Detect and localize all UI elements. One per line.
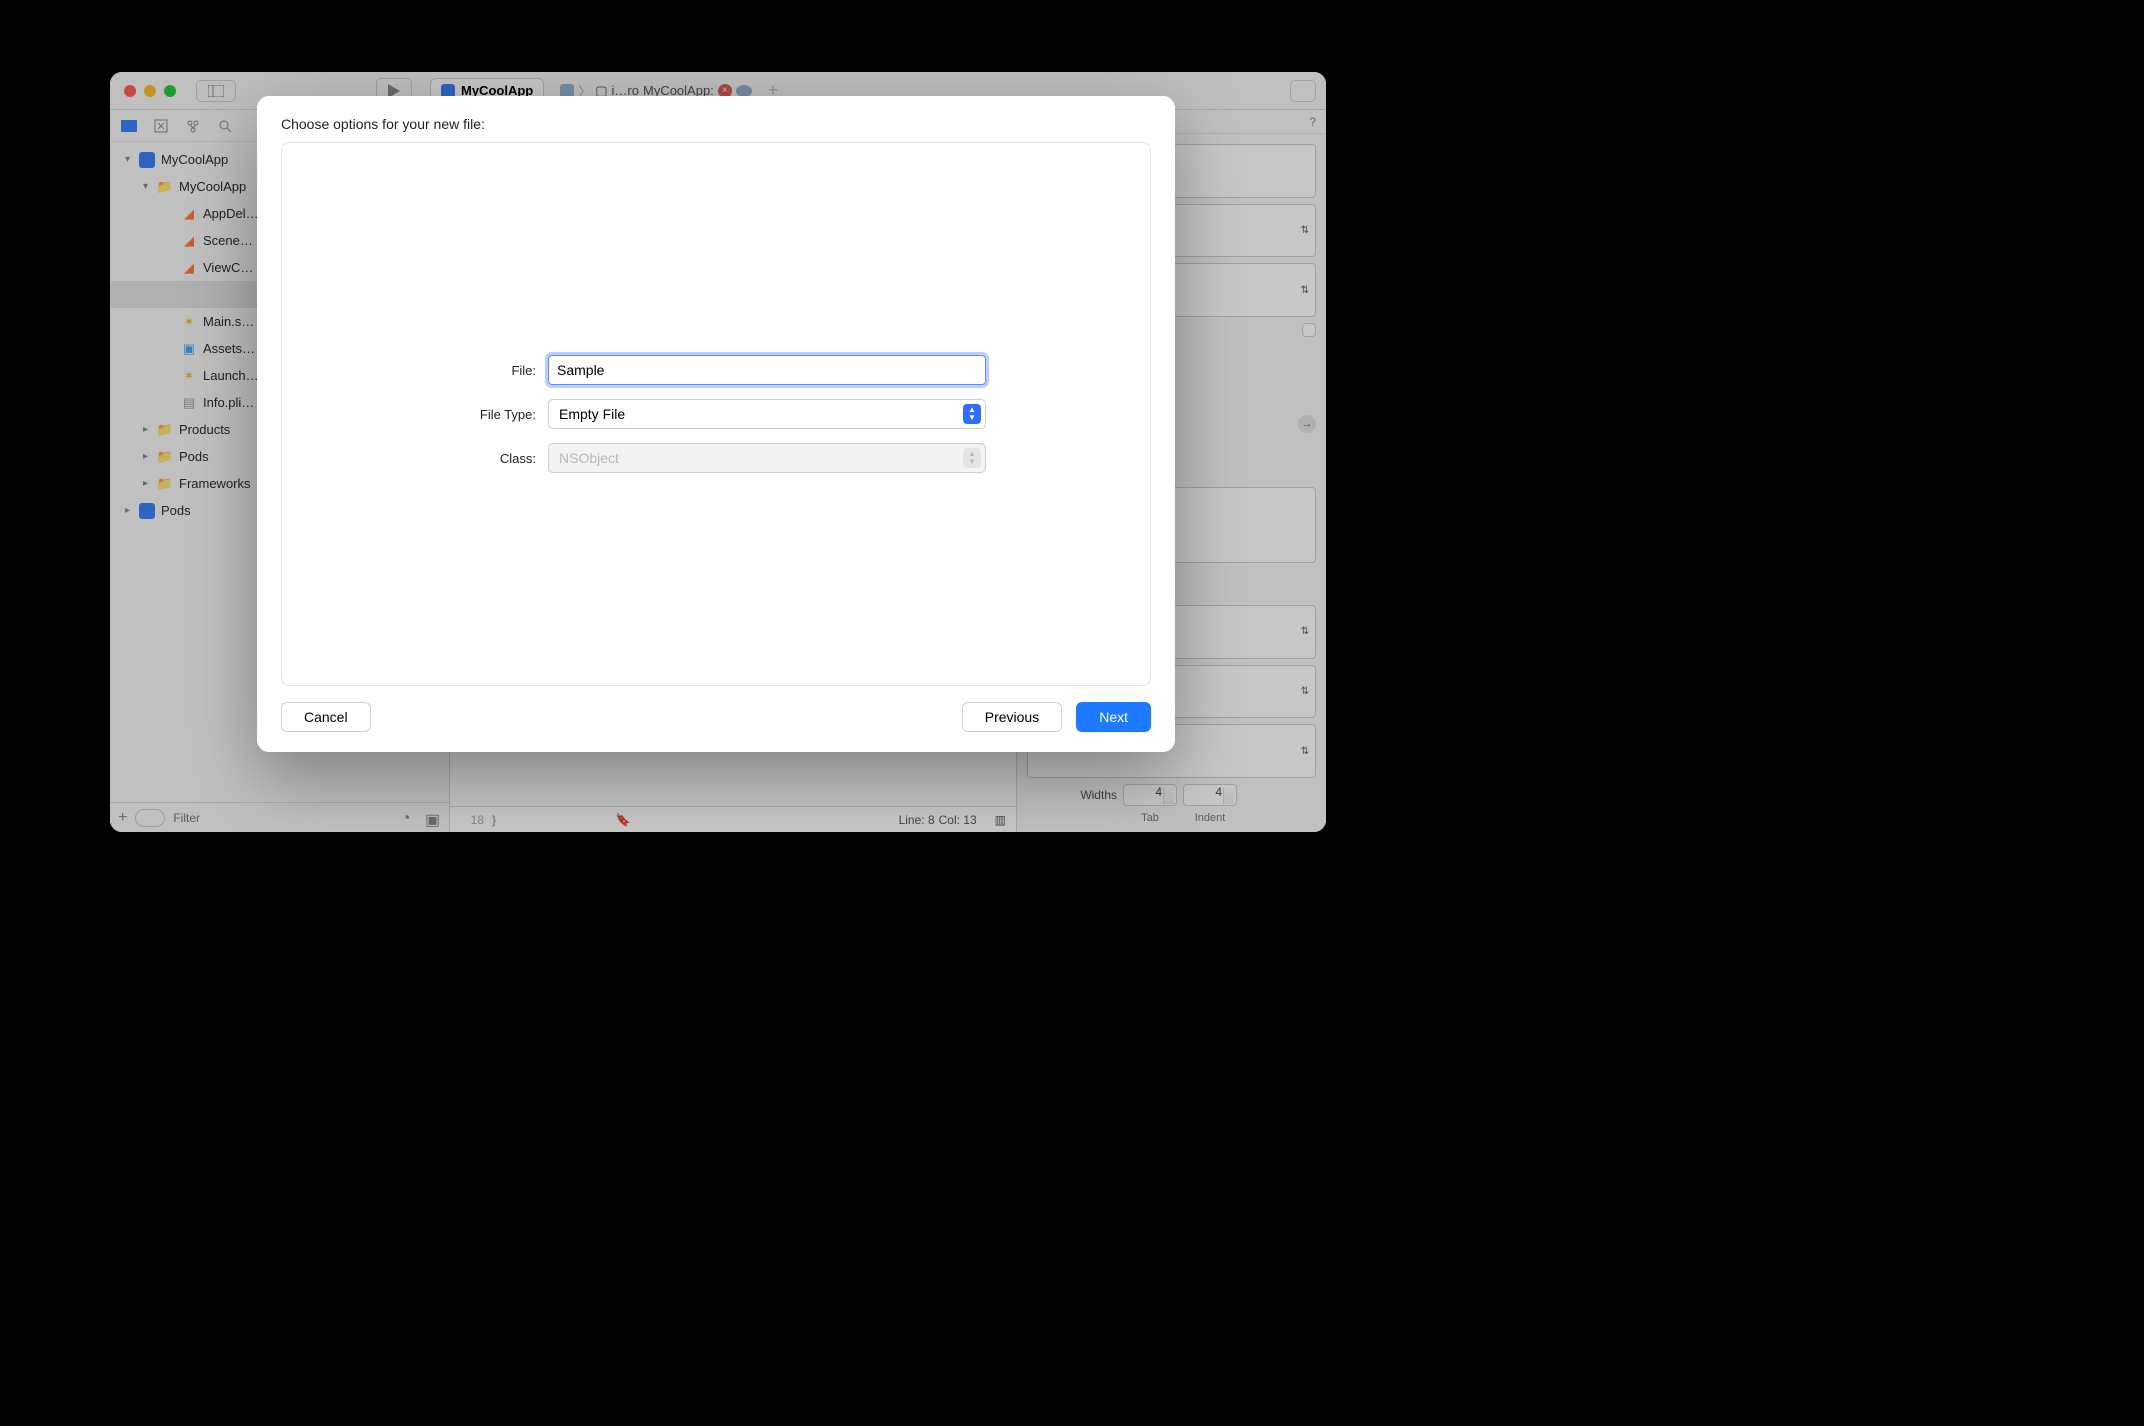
- popup-arrows-icon: ▲▼: [963, 404, 981, 424]
- class-selected: NSObject: [559, 450, 619, 466]
- previous-button[interactable]: Previous: [962, 702, 1062, 732]
- xcode-window: MyCoolApp 〉 ▢ i…ro MyCoolApp: × +: [110, 72, 1326, 832]
- class-popup-disabled: NSObject ▲▼: [548, 443, 986, 473]
- file-name-input[interactable]: [548, 355, 986, 385]
- file-label: File:: [446, 363, 536, 378]
- sheet-title: Choose options for your new file:: [281, 116, 1151, 132]
- file-type-popup[interactable]: Empty File ▲▼: [548, 399, 986, 429]
- cancel-button[interactable]: Cancel: [281, 702, 371, 732]
- new-file-options-sheet: Choose options for your new file: File: …: [257, 96, 1175, 752]
- next-button[interactable]: Next: [1076, 702, 1151, 732]
- sheet-buttons: Cancel Previous Next: [281, 702, 1151, 732]
- popup-arrows-icon: ▲▼: [963, 448, 981, 468]
- new-file-form: File: File Type: Empty File ▲▼ Class: NS…: [446, 355, 986, 473]
- file-type-selected: Empty File: [559, 406, 625, 422]
- sheet-body: File: File Type: Empty File ▲▼ Class: NS…: [281, 142, 1151, 686]
- file-type-label: File Type:: [446, 407, 536, 422]
- class-label: Class:: [446, 451, 536, 466]
